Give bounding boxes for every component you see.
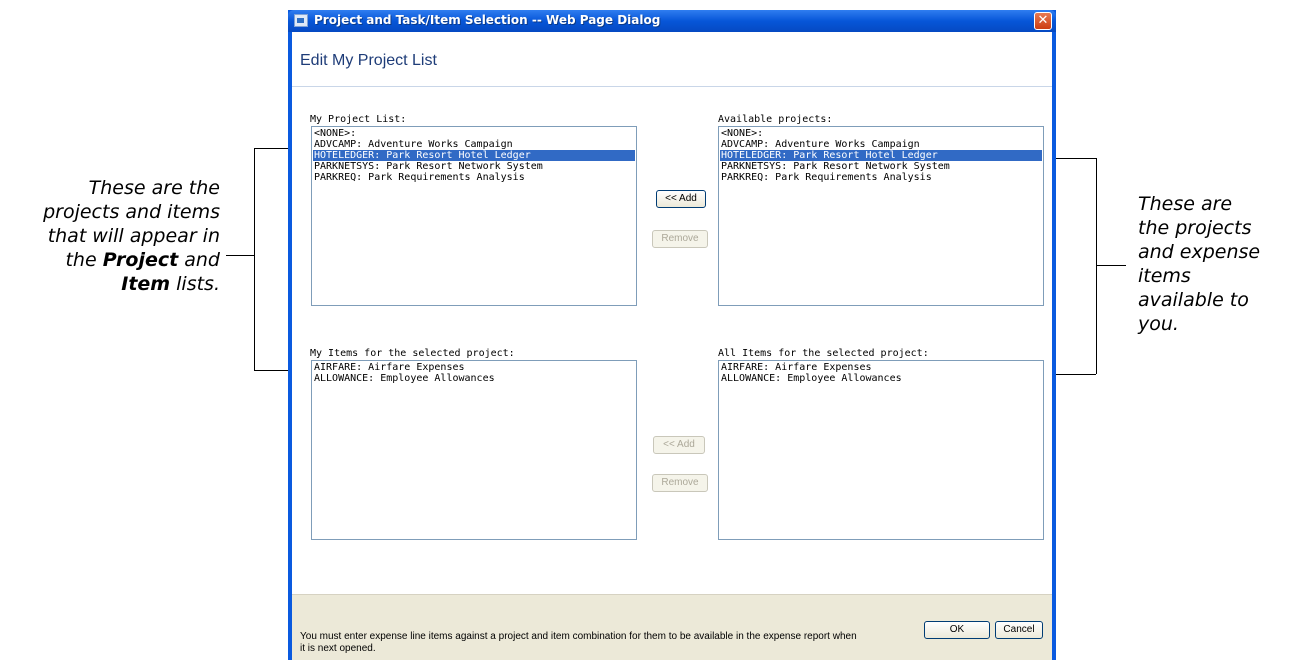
list-option[interactable]: HOTELEDGER: Park Resort Hotel Ledger: [313, 150, 635, 161]
callout-text: and: [178, 249, 220, 271]
callout-right-line: the projects: [1138, 217, 1252, 239]
callout-right-line: you.: [1138, 313, 1179, 335]
all-items-listbox[interactable]: AIRFARE: Airfare Expenses ALLOWANCE: Empl…: [718, 360, 1044, 540]
callout-left-bracket: [254, 148, 255, 370]
list-option[interactable]: PARKNETSYS: Park Resort Network System: [720, 161, 1042, 172]
list-option[interactable]: ALLOWANCE: Employee Allowances: [313, 373, 635, 384]
my-items-listbox[interactable]: AIRFARE: Airfare Expenses ALLOWANCE: Empl…: [311, 360, 637, 540]
callout-left-line: These are the: [88, 177, 220, 199]
callout-right: These are the projects and expense items…: [1138, 192, 1288, 336]
callout-right-line: items: [1138, 265, 1191, 287]
list-option[interactable]: <NONE>:: [720, 128, 1042, 139]
callout-text: lists.: [170, 273, 220, 295]
callout-left-line: projects and items: [43, 201, 220, 223]
dialog-client: Edit My Project List My Project List: <N…: [292, 32, 1052, 660]
dialog-window: Project and Task/Item Selection -- Web P…: [288, 10, 1056, 660]
list-option[interactable]: ALLOWANCE: Employee Allowances: [720, 373, 1042, 384]
dialog-app-icon: [294, 14, 308, 27]
available-projects-label: Available projects:: [718, 114, 833, 125]
my-items-label: My Items for the selected project:: [310, 348, 515, 359]
callout-right-pointer: [1096, 265, 1126, 266]
callout-text: the: [65, 249, 103, 271]
page-title: Edit My Project List: [300, 52, 437, 69]
all-items-label: All Items for the selected project:: [718, 348, 929, 359]
callout-left-line: that will appear in: [47, 225, 220, 247]
list-option[interactable]: AIRFARE: Airfare Expenses: [313, 362, 635, 373]
item-add-button[interactable]: << Add: [653, 436, 705, 454]
callout-right-line: available to: [1138, 289, 1249, 311]
list-option[interactable]: ADVCAMP: Adventure Works Campaign: [313, 139, 635, 150]
callout-right-line: These are: [1138, 193, 1233, 215]
list-option[interactable]: PARKREQ: Park Requirements Analysis: [313, 172, 635, 183]
callout-right-line: and expense: [1138, 241, 1261, 263]
title-divider: [292, 86, 1052, 87]
callout-bold-item: Item: [121, 273, 171, 295]
list-option[interactable]: PARKNETSYS: Park Resort Network System: [313, 161, 635, 172]
dialog-titlebar[interactable]: Project and Task/Item Selection -- Web P…: [288, 10, 1056, 32]
my-project-list-label: My Project List:: [310, 114, 407, 125]
project-remove-button[interactable]: Remove: [652, 230, 708, 248]
callout-left-line: Item lists.: [10, 272, 220, 296]
callout-right-bracket: [1096, 158, 1097, 374]
callout-left: These are the projects and items that wi…: [10, 176, 220, 296]
callout-left-line: the Project and: [10, 248, 220, 272]
list-option[interactable]: PARKREQ: Park Requirements Analysis: [720, 172, 1042, 183]
close-icon[interactable]: ✕: [1034, 12, 1052, 30]
cancel-button[interactable]: Cancel: [995, 621, 1043, 639]
callout-left-pointer: [226, 255, 254, 256]
my-project-listbox[interactable]: <NONE>: ADVCAMP: Adventure Works Campaign…: [311, 126, 637, 306]
ok-button[interactable]: OK: [924, 621, 990, 639]
callout-bold-project: Project: [102, 249, 179, 271]
item-remove-button[interactable]: Remove: [652, 474, 708, 492]
available-projects-listbox[interactable]: <NONE>: ADVCAMP: Adventure Works Campaign…: [718, 126, 1044, 306]
footer-note: You must enter expense line items agains…: [300, 631, 857, 654]
project-add-button[interactable]: << Add: [656, 190, 706, 208]
list-option[interactable]: AIRFARE: Airfare Expenses: [720, 362, 1042, 373]
list-option[interactable]: <NONE>:: [313, 128, 635, 139]
dialog-title: Project and Task/Item Selection -- Web P…: [314, 13, 661, 27]
list-option[interactable]: HOTELEDGER: Park Resort Hotel Ledger: [720, 150, 1042, 161]
list-option[interactable]: ADVCAMP: Adventure Works Campaign: [720, 139, 1042, 150]
dialog-footer: OK Cancel You must enter expense line it…: [292, 594, 1052, 660]
